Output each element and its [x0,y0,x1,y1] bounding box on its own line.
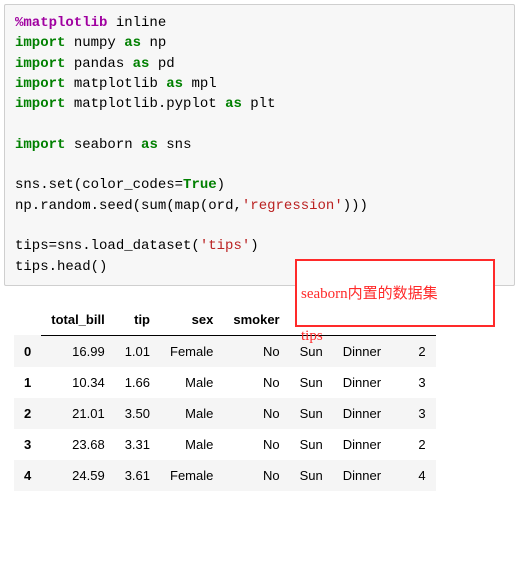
index-header [14,304,41,336]
kw-import: import [15,56,65,72]
annotation-box: seaborn内置的数据集 tips [295,259,495,327]
cell: 2 [391,429,436,460]
cell: 3.61 [115,460,160,491]
col-header: smoker [223,304,289,336]
col-header: total_bill [41,304,114,336]
str-tips: 'tips' [200,238,250,254]
assign-tips-pre: tips=sns.load_dataset( [15,238,200,254]
cell: Dinner [333,335,391,367]
cell: 3 [391,398,436,429]
cell: No [223,367,289,398]
kw-as: as [166,76,183,92]
row-index: 1 [14,367,41,398]
bool-true: True [183,177,217,193]
cell: 1.01 [115,335,160,367]
cell: No [223,429,289,460]
kw-as: as [124,35,141,51]
annotation-line2: tips [301,328,323,344]
cell: Sun [290,429,333,460]
kw-import: import [15,96,65,112]
mod-seaborn: seaborn [74,137,133,153]
kw-as: as [133,56,150,72]
table-row: 1 10.34 1.66 Male No Sun Dinner 3 [14,367,436,398]
kw-import: import [15,35,65,51]
mod-pyplot: matplotlib.pyplot [74,96,217,112]
alias-mpl: mpl [191,76,216,92]
alias-np: np [149,35,166,51]
table-row: 4 24.59 3.61 Female No Sun Dinner 4 [14,460,436,491]
cell: 3.31 [115,429,160,460]
cell: 24.59 [41,460,114,491]
cell: Sun [290,460,333,491]
kw-as: as [141,137,158,153]
col-header: tip [115,304,160,336]
code-cell: %matplotlib inline import numpy as np im… [4,4,515,286]
cell: 16.99 [41,335,114,367]
alias-sns: sns [166,137,191,153]
cell: 21.01 [41,398,114,429]
builtin-sum: sum [141,198,166,214]
table-row: 2 21.01 3.50 Male No Sun Dinner 3 [14,398,436,429]
cell: Dinner [333,460,391,491]
row-index: 3 [14,429,41,460]
cell: Male [160,398,223,429]
seed-call-pre: np.random.seed( [15,198,141,214]
cell: 4 [391,460,436,491]
seed-call-post: )) [351,198,368,214]
call-head: tips.head() [15,259,107,275]
table-body: 0 16.99 1.01 Female No Sun Dinner 2 1 10… [14,335,436,491]
str-regression: 'regression' [242,198,343,214]
alias-plt: plt [250,96,275,112]
mod-matplotlib: matplotlib [74,76,158,92]
alias-pd: pd [158,56,175,72]
cell: No [223,335,289,367]
cell: 2 [391,335,436,367]
cell: Dinner [333,429,391,460]
sns-set-call: sns.set(color_codes [15,177,175,193]
cell: Male [160,367,223,398]
cell: Sun [290,367,333,398]
assign-tips-post: ) [250,238,258,254]
output-table: total_bill tip sex smoker day time size … [14,304,436,491]
builtin-map: map [175,198,200,214]
kw-import: import [15,137,65,153]
kw-as: as [225,96,242,112]
cell: 23.68 [41,429,114,460]
cell: Sun [290,398,333,429]
magic-arg: inline [107,15,166,31]
cell: Dinner [333,398,391,429]
cell: 3 [391,367,436,398]
mod-numpy: numpy [74,35,116,51]
cell: 3.50 [115,398,160,429]
cell: No [223,398,289,429]
annotation-line1: seaborn内置的数据集 [301,286,438,302]
comma: , [234,198,242,214]
cell: Female [160,460,223,491]
mod-pandas: pandas [74,56,124,72]
equals: = [175,177,183,193]
row-index: 4 [14,460,41,491]
row-index: 2 [14,398,41,429]
cell: Dinner [333,367,391,398]
cell: Male [160,429,223,460]
magic-command: %matplotlib [15,15,107,31]
paren-close: ) [343,198,351,214]
table-row: 0 16.99 1.01 Female No Sun Dinner 2 [14,335,436,367]
cell: Female [160,335,223,367]
cell: 10.34 [41,367,114,398]
paren-close: ) [217,177,225,193]
paren-open: ( [166,198,174,214]
col-header: sex [160,304,223,336]
row-index: 0 [14,335,41,367]
table-row: 3 23.68 3.31 Male No Sun Dinner 2 [14,429,436,460]
builtin-ord: ord [208,198,233,214]
cell: No [223,460,289,491]
cell: 1.66 [115,367,160,398]
kw-import: import [15,76,65,92]
